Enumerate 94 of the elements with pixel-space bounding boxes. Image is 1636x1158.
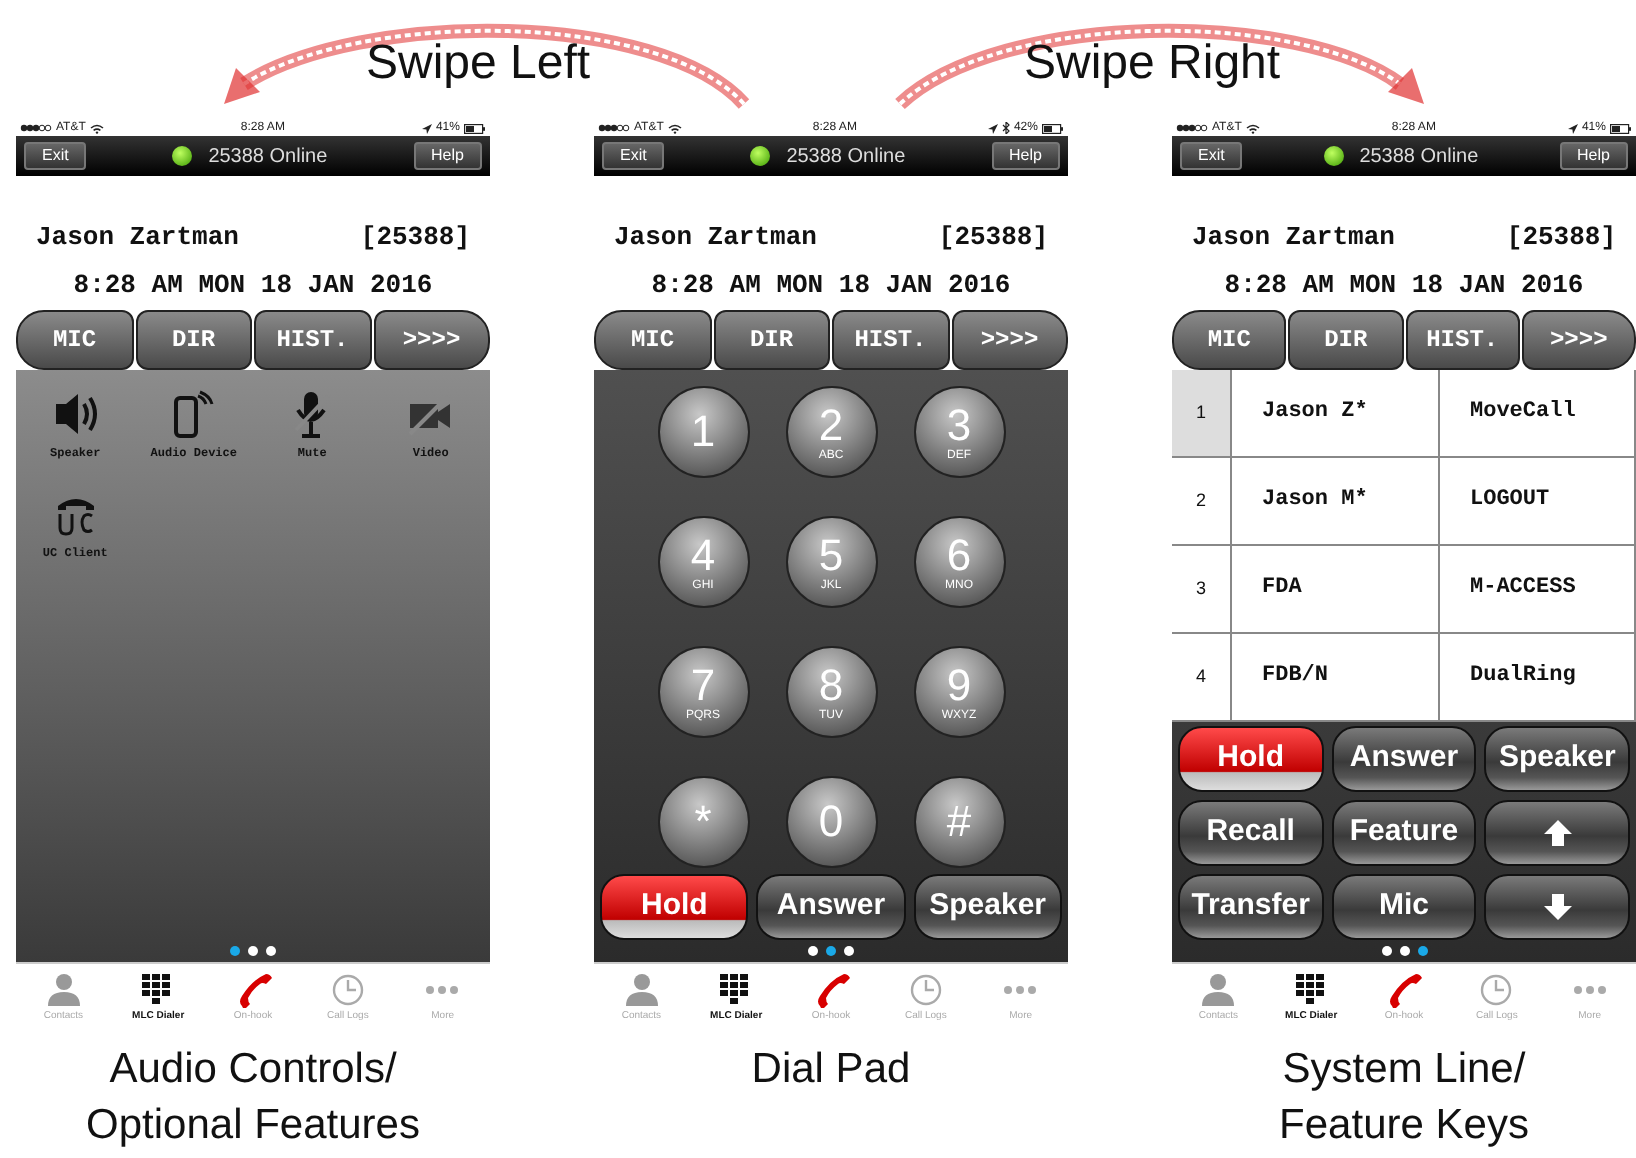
online-status-icon [1323, 146, 1344, 166]
tab-button[interactable]: HIST. [1405, 310, 1520, 370]
line-number[interactable]: 1 [1172, 370, 1232, 458]
arrow-key-button[interactable] [1484, 800, 1630, 866]
date-time: 8:28 AM MON 18 JAN 2016 [1224, 269, 1584, 299]
help-button[interactable]: Help [1559, 142, 1628, 170]
key-button[interactable]: Hold [1178, 726, 1324, 792]
feature-key[interactable]: MoveCall [1440, 370, 1636, 458]
line-number[interactable]: 4 [1172, 634, 1232, 722]
page-dot[interactable] [826, 946, 836, 956]
exit-button[interactable]: Exit [602, 142, 665, 170]
tab-button[interactable]: >>>> [1521, 310, 1636, 370]
line-number[interactable]: 2 [1172, 458, 1232, 546]
speaker-icon[interactable] [51, 390, 100, 438]
date-time: 8:28 AM MON 18 JAN 2016 [651, 269, 1011, 299]
page-dot[interactable] [248, 946, 258, 956]
key-button[interactable]: Speaker [913, 874, 1062, 940]
line-key[interactable]: Jason M* [1232, 458, 1440, 546]
bluetooth-icon [1001, 122, 1010, 134]
down-arrow-icon[interactable] [1543, 894, 1572, 920]
tab-button[interactable]: >>>> [951, 310, 1068, 370]
user-name: Jason Zartman [36, 220, 239, 256]
online-status-icon [750, 146, 771, 166]
handset-icon[interactable] [813, 972, 850, 1008]
arrow-key-button[interactable] [1484, 874, 1630, 940]
tab-button[interactable]: >>>> [373, 310, 490, 370]
feature-key[interactable]: M-ACCESS [1440, 546, 1636, 634]
signal-icon [1176, 124, 1208, 132]
help-button[interactable]: Help [413, 142, 482, 170]
online-status: 25388 Online [1359, 143, 1479, 171]
page-dot[interactable] [266, 946, 276, 956]
key-button[interactable]: Answer [1331, 726, 1477, 792]
handset-icon[interactable] [235, 972, 272, 1008]
page-dot[interactable] [1417, 946, 1427, 956]
key-button[interactable]: Recall [1178, 800, 1324, 866]
tab-button[interactable]: MIC [594, 310, 711, 370]
line-key[interactable]: FDA [1232, 546, 1440, 634]
swipe-label: Swipe Left [366, 40, 591, 88]
page-dot[interactable] [1381, 946, 1391, 956]
battery-icon [1609, 123, 1632, 133]
swipe-label: Swipe Right [1024, 40, 1281, 88]
wifi-icon [89, 123, 104, 133]
tab-button[interactable]: DIR [713, 310, 830, 370]
person-icon[interactable] [623, 972, 660, 1008]
page-dot[interactable] [808, 946, 818, 956]
key-button[interactable]: Speaker [1484, 726, 1630, 792]
phone-device-icon[interactable] [169, 390, 218, 438]
tab-button[interactable]: DIR [1288, 310, 1403, 370]
key-button[interactable]: Answer [756, 874, 906, 940]
online-status: 25388 Online [208, 143, 328, 171]
signal-icon [598, 124, 630, 132]
line-number[interactable]: 3 [1172, 546, 1232, 634]
key-button[interactable]: Hold [600, 874, 749, 940]
feature-key[interactable]: DualRing [1440, 634, 1636, 722]
tab-button[interactable]: HIST. [832, 310, 949, 370]
extension-number: [25388] [1506, 220, 1616, 256]
caption-text: System Line/ [1282, 1046, 1526, 1092]
keypad-icon[interactable] [1293, 972, 1330, 1008]
person-icon[interactable] [1200, 972, 1237, 1008]
caption-text: Feature Keys [1279, 1102, 1529, 1149]
date-time: 8:28 AM MON 18 JAN 2016 [73, 269, 433, 299]
battery-icon [1041, 123, 1064, 133]
up-arrow-icon[interactable] [1543, 820, 1572, 846]
key-button[interactable]: Feature [1331, 800, 1477, 866]
page-dot[interactable] [844, 946, 854, 956]
online-status-icon [172, 146, 193, 166]
page-dot[interactable] [1399, 946, 1409, 956]
tab-button[interactable]: MIC [16, 310, 133, 370]
user-name: Jason Zartman [614, 220, 817, 256]
caption-text: Dial Pad [751, 1046, 911, 1092]
line-key[interactable]: FDB/N [1232, 634, 1440, 722]
tab-button[interactable]: HIST. [254, 310, 371, 370]
online-status: 25388 Online [786, 143, 906, 171]
wifi-icon [667, 123, 682, 133]
key-button[interactable]: Mic [1331, 874, 1477, 940]
extension-number: [25388] [360, 220, 470, 256]
signal-icon [20, 124, 52, 132]
exit-button[interactable]: Exit [24, 142, 87, 170]
extension-number: [25388] [938, 220, 1048, 256]
feature-key[interactable]: LOGOUT [1440, 458, 1636, 546]
user-name: Jason Zartman [1192, 220, 1395, 256]
caption-text: Audio Controls/ [109, 1046, 397, 1092]
tab-button[interactable]: DIR [135, 310, 252, 370]
page-dot[interactable] [230, 946, 240, 956]
line-key[interactable]: Jason Z* [1232, 370, 1440, 458]
battery-icon [463, 123, 486, 133]
wifi-icon [1245, 123, 1260, 133]
help-button[interactable]: Help [991, 142, 1060, 170]
person-icon[interactable] [45, 972, 82, 1008]
caption-text: Optional Features [86, 1102, 420, 1149]
exit-button[interactable]: Exit [1180, 142, 1243, 170]
key-button[interactable]: Transfer [1178, 874, 1324, 940]
tab-button[interactable]: MIC [1172, 310, 1287, 370]
handset-icon[interactable] [1386, 972, 1423, 1008]
